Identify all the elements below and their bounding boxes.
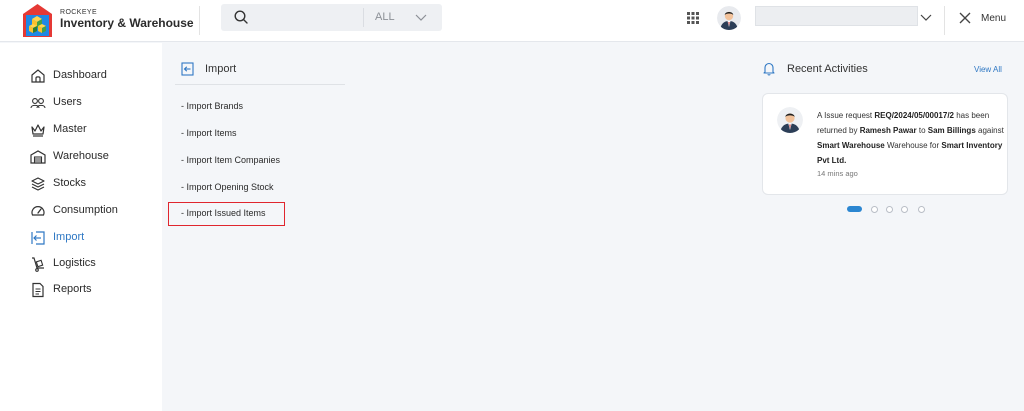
house-icon — [31, 69, 45, 83]
chevron-down-icon[interactable] — [920, 12, 932, 22]
import-items-link[interactable]: - Import Items — [181, 128, 237, 138]
layers-icon — [31, 177, 45, 191]
search-category-select[interactable]: ALL — [375, 11, 395, 23]
import-brands-link[interactable]: - Import Brands — [181, 101, 243, 111]
header-divider — [944, 6, 945, 35]
search-icon[interactable] — [234, 10, 248, 24]
rockeye-logo-icon — [23, 4, 52, 37]
document-icon — [32, 282, 44, 298]
message-text: against — [975, 126, 1004, 135]
sidebar-item-users[interactable]: Users — [0, 92, 162, 114]
crown-icon — [31, 124, 45, 137]
carousel-dot[interactable] — [901, 206, 908, 213]
message-text: to — [916, 126, 928, 135]
carousel-dot[interactable] — [918, 206, 925, 213]
carousel-pagination — [847, 205, 927, 213]
recipient-user: Sam Billings — [927, 126, 976, 135]
import-icon — [181, 62, 194, 76]
sidebar-item-label: Users — [53, 96, 82, 108]
gauge-icon — [31, 206, 45, 216]
chevron-down-icon[interactable] — [415, 12, 427, 22]
sidebar-item-label: Master — [53, 123, 87, 135]
sidebar-item-dashboard[interactable]: Dashboard — [0, 65, 162, 87]
import-item-companies-link[interactable]: - Import Item Companies — [181, 155, 280, 165]
sidebar: Dashboard Users Master Warehouse Stocks … — [0, 43, 162, 411]
avatar[interactable] — [717, 6, 741, 30]
returned-by-user: Ramesh Pawar — [859, 126, 917, 135]
header-divider — [199, 6, 200, 35]
close-icon[interactable] — [958, 11, 972, 25]
brand-title: Inventory & Warehouse — [60, 16, 194, 30]
activity-card: A Issue request REQ/2024/05/00017/2 has … — [762, 93, 1008, 195]
message-text: Warehouse for — [884, 141, 942, 150]
recent-activities-title: Recent Activities — [787, 63, 868, 75]
sidebar-item-stocks[interactable]: Stocks — [0, 173, 162, 195]
request-id: REQ/2024/05/00017/2 — [874, 111, 954, 120]
sidebar-item-label: Dashboard — [53, 69, 107, 81]
view-all-link[interactable]: View All — [974, 65, 1002, 74]
search-separator — [363, 8, 364, 27]
highlight-box — [168, 202, 285, 226]
sidebar-item-consumption[interactable]: Consumption — [0, 200, 162, 222]
carousel-dot[interactable] — [871, 206, 878, 213]
top-header: ROCKEYE Inventory & Warehouse ALL Menu — [0, 0, 1024, 42]
sidebar-item-label: Stocks — [53, 177, 87, 189]
sidebar-item-label: Reports — [53, 283, 92, 295]
sidebar-item-label: Import — [53, 231, 85, 243]
dolly-icon — [32, 257, 44, 272]
message-text: A Issue request — [817, 111, 875, 120]
sidebar-item-label: Consumption — [53, 204, 118, 216]
avatar — [777, 107, 803, 133]
bell-icon — [763, 62, 775, 76]
sidebar-item-logistics[interactable]: Logistics — [0, 253, 162, 275]
activity-timestamp: 14 mins ago — [817, 169, 858, 178]
brand-subtitle: ROCKEYE — [60, 9, 98, 16]
sidebar-item-warehouse[interactable]: Warehouse — [0, 146, 162, 168]
title-divider — [175, 84, 345, 85]
users-icon — [30, 98, 46, 109]
sidebar-item-master[interactable]: Master — [0, 119, 162, 141]
warehouse-icon — [30, 150, 46, 164]
sidebar-item-label: Logistics — [53, 257, 96, 269]
page-title: Import — [205, 63, 237, 75]
carousel-dot[interactable] — [847, 206, 862, 212]
search-bar[interactable]: ALL — [221, 4, 442, 31]
menu-button[interactable]: Menu — [981, 13, 1006, 24]
sidebar-item-reports[interactable]: Reports — [0, 279, 162, 301]
apps-grid-icon[interactable] — [687, 12, 699, 24]
activity-message: A Issue request REQ/2024/05/00017/2 has … — [817, 108, 1007, 168]
user-name-field[interactable] — [755, 6, 918, 26]
import-icon — [31, 231, 45, 245]
import-opening-stock-link[interactable]: - Import Opening Stock — [181, 182, 274, 192]
sidebar-item-import[interactable]: Import — [0, 227, 162, 249]
warehouse-name: Smart Warehouse — [817, 141, 885, 150]
sidebar-item-label: Warehouse — [53, 150, 109, 162]
carousel-dot[interactable] — [886, 206, 893, 213]
